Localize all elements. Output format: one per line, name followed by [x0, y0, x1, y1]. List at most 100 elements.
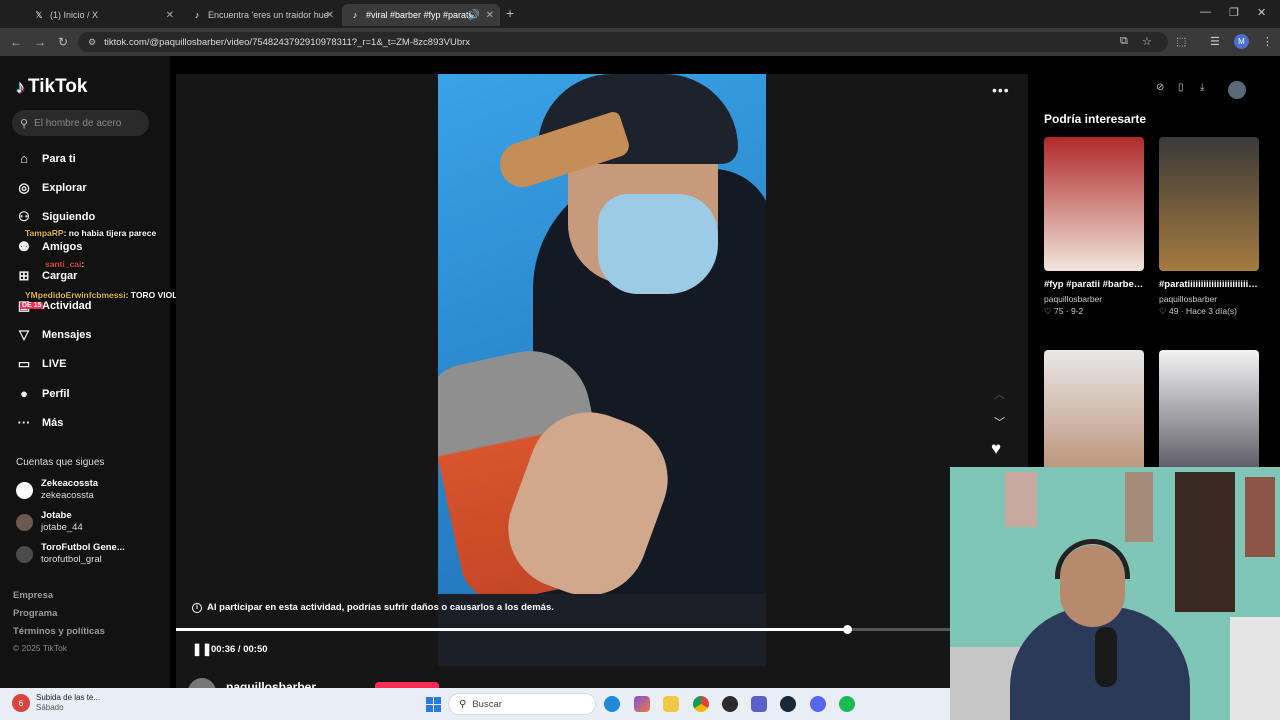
progress-handle[interactable] — [843, 625, 853, 634]
nav-label: Más — [42, 416, 64, 429]
nav-perfil[interactable]: ● Perfil — [16, 386, 69, 401]
more-options-icon[interactable]: ••• — [992, 82, 1010, 98]
close-tab-icon[interactable]: ✕ — [326, 10, 334, 21]
avatar — [16, 545, 33, 563]
video-thumbnail[interactable] — [1159, 350, 1259, 484]
download-icon[interactable]: ⤓ — [1200, 82, 1204, 93]
windows-taskbar: 6 Subida de las te... Sábado ⚲ Buscar — [0, 688, 950, 720]
nav-label: LIVE — [42, 358, 67, 370]
nav-amigos[interactable]: ⚉ Amigos — [16, 239, 82, 255]
video-thumbnail[interactable] — [1044, 137, 1144, 271]
nav-label: Amigos — [42, 241, 83, 253]
tab-tiktok-search[interactable]: ♪ Encuentra 'eres un traidor hue ✕ — [184, 4, 340, 26]
tab-x[interactable]: 𝕏 (1) Inicio / X ✕ — [26, 4, 180, 26]
maximize-icon[interactable]: ❐ — [1229, 6, 1239, 19]
reading-list-icon[interactable]: ☰ — [1210, 35, 1220, 48]
windows-start-icon[interactable] — [426, 697, 441, 712]
reload-icon[interactable]: ↻ — [58, 35, 68, 49]
recommended-video[interactable]: #paratiiiiiiiiiiiiiiiiiiiiiiiiii #buzzcu… — [1159, 137, 1259, 317]
footer-link-empresa[interactable]: Empresa — [13, 590, 53, 601]
account-handle: zekeacossta — [41, 490, 94, 501]
video-author[interactable]: paquillosbarber — [1044, 294, 1144, 304]
following-account[interactable]: Zekeacossta zekeacossta — [16, 478, 98, 502]
bookmark-star-icon[interactable]: ☆ — [1142, 35, 1152, 48]
nav-mas[interactable]: ··· Más — [16, 415, 64, 430]
search-input[interactable]: ⚲ El hombre de acero — [12, 110, 149, 136]
obs-icon[interactable] — [722, 696, 738, 712]
nav-para-ti[interactable]: ⌂ Para ti — [16, 151, 76, 166]
video-thumbnail[interactable] — [1044, 350, 1144, 484]
steam-icon[interactable] — [780, 696, 796, 712]
following-account[interactable]: Jotabe jotabe_44 — [16, 510, 83, 534]
video-player[interactable]: ••• ︿ ﹀ ♥ i Al participar en esta activi… — [176, 74, 1028, 688]
video-progress-bar[interactable] — [176, 625, 1028, 634]
account-name: Jotabe — [41, 510, 72, 521]
copilot-icon[interactable] — [634, 696, 650, 712]
search-icon: ⚲ — [20, 117, 29, 130]
account-handle: torofutbol_gral — [41, 554, 102, 565]
site-info-icon[interactable]: ⚙ — [88, 37, 96, 48]
nav-label: Mensajes — [42, 329, 92, 341]
avatar — [16, 513, 33, 531]
search-placeholder: El hombre de acero — [34, 117, 122, 129]
nav-mensajes[interactable]: ▽ Mensajes — [16, 327, 92, 343]
back-icon[interactable]: ← — [10, 35, 22, 49]
microphone — [1095, 627, 1117, 687]
brand-name: TikTok — [28, 76, 88, 97]
close-window-icon[interactable]: ✕ — [1257, 6, 1266, 19]
chat-user: TampaRP — [25, 228, 64, 238]
footer-link-terminos[interactable]: Términos y políticas — [13, 626, 105, 637]
taskbar-search[interactable]: ⚲ Buscar — [448, 693, 596, 715]
nav-explorar[interactable]: ◎ Explorar — [16, 180, 86, 196]
chat-user: santi_cai — [45, 259, 82, 269]
like-heart-icon[interactable]: ♥ — [991, 439, 1001, 459]
avatar — [16, 481, 33, 499]
browser-profile-avatar[interactable]: M — [1234, 34, 1249, 49]
audio-icon[interactable]: 🔊 — [468, 10, 480, 21]
tiktok-logo[interactable]: ♪ TikTok — [16, 76, 87, 98]
following-account[interactable]: ToroFutbol Gene... torofutbol_gral — [16, 542, 125, 566]
video-author[interactable]: paquillosbarber — [1159, 294, 1259, 304]
nav-siguiendo[interactable]: ⚇ Siguiendo — [16, 209, 95, 225]
next-video-icon[interactable]: ﹀ — [994, 414, 1005, 430]
file-explorer-icon[interactable] — [663, 696, 679, 712]
recommended-video[interactable] — [1044, 350, 1144, 484]
teams-icon[interactable] — [751, 696, 767, 712]
edge-icon[interactable] — [604, 696, 620, 712]
url-field[interactable]: ⚙ tiktok.com/@paquillosbarber/video/7548… — [78, 32, 1168, 52]
tab-tiktok-video[interactable]: ♪ #viral #barber #fyp #paratii 🔊 ✕ — [342, 4, 500, 26]
recommended-video[interactable]: #fyp #paratii #barberosdelmund... paquil… — [1044, 137, 1144, 317]
chrome-icon[interactable] — [693, 696, 709, 712]
footer-link-programa[interactable]: Programa — [13, 608, 57, 619]
nav-label: Siguiendo — [42, 211, 96, 223]
previous-video-icon[interactable]: ︿ — [994, 386, 1005, 402]
close-tab-icon[interactable]: ✕ — [486, 10, 494, 21]
discord-icon[interactable] — [810, 696, 826, 712]
new-tab-icon[interactable]: + — [506, 5, 514, 21]
nav-live[interactable]: ▭ LIVE — [16, 356, 67, 372]
tab-title: Encuentra 'eres un traidor hue — [208, 10, 329, 20]
device-icon[interactable]: ▯ — [1178, 82, 1184, 93]
extensions-icon[interactable]: ⬚ — [1176, 35, 1186, 48]
news-widget[interactable]: 6 Subida de las te... Sábado — [12, 693, 100, 713]
forward-icon[interactable]: → — [34, 35, 46, 49]
close-tab-icon[interactable]: ✕ — [166, 10, 174, 21]
video-face-mask — [598, 194, 718, 294]
nav-cargar[interactable]: ⊞ Cargar — [16, 268, 78, 284]
x-logo-icon: 𝕏 — [35, 9, 43, 20]
pause-icon[interactable]: ❚❚ — [192, 642, 212, 656]
spotify-icon[interactable] — [839, 696, 855, 712]
recommended-video[interactable] — [1159, 350, 1259, 484]
browser-menu-icon[interactable]: ⋮ — [1262, 35, 1273, 48]
video-frame[interactable] — [438, 74, 766, 666]
compass-icon[interactable]: ⊘ — [1156, 82, 1164, 93]
recommendations-title: Podría interesarte — [1044, 112, 1147, 126]
minimize-icon[interactable]: — — [1200, 6, 1211, 18]
search-icon: ⚲ — [459, 698, 467, 710]
nav-label: Para ti — [42, 152, 76, 165]
video-thumbnail[interactable] — [1159, 137, 1259, 271]
friends-icon: ⚉ — [18, 239, 30, 254]
install-app-icon[interactable]: ⧉ — [1120, 35, 1128, 48]
url-text: tiktok.com/@paquillosbarber/video/754824… — [104, 36, 471, 48]
user-avatar[interactable] — [1228, 81, 1246, 99]
